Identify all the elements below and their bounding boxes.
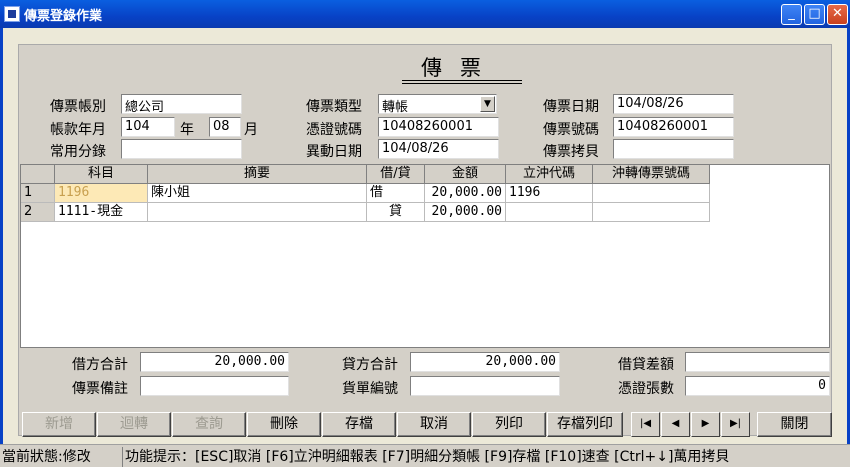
chevron-down-icon[interactable]: ▼ <box>480 96 495 112</box>
cell-amount[interactable]: 20,000.00 <box>425 184 506 203</box>
query-button[interactable]: 查詢 <box>172 412 246 437</box>
add-button[interactable]: 新增 <box>22 412 96 437</box>
credit-total-field: 20,000.00 <box>410 352 560 372</box>
reverse-button[interactable]: 迴轉 <box>97 412 171 437</box>
title-bar: 傳票登錄作業 _ □ ✕ <box>0 0 850 28</box>
save-print-button[interactable]: 存檔列印 <box>547 412 623 437</box>
cert-count-field[interactable]: 0 <box>685 376 830 396</box>
cell-reverse-no[interactable] <box>593 184 710 203</box>
column-header-code[interactable]: 立沖代碼 <box>506 165 593 184</box>
voucher-no-label: 傳票號碼 <box>543 122 599 138</box>
month-field[interactable]: 08 <box>209 117 241 137</box>
app-icon <box>4 6 20 22</box>
maximize-button[interactable]: □ <box>804 4 825 25</box>
first-record-button[interactable]: |◀ <box>631 412 660 437</box>
row-number[interactable]: 2 <box>21 203 55 222</box>
voucher-note-label: 傳票備註 <box>72 381 128 397</box>
common-entry-field[interactable] <box>121 139 242 159</box>
delete-button[interactable]: 刪除 <box>247 412 321 437</box>
voucher-date-label: 傳票日期 <box>543 99 599 115</box>
cell-account[interactable]: 1111-現金 <box>55 203 148 222</box>
close-button[interactable]: 關閉 <box>757 412 832 437</box>
account-book-field[interactable]: 總公司 <box>121 94 242 114</box>
change-date-field[interactable]: 104/08/26 <box>378 139 499 159</box>
cancel-button[interactable]: 取消 <box>397 412 471 437</box>
title-underline <box>402 80 522 81</box>
column-header-amount[interactable]: 金額 <box>425 165 506 184</box>
cert-count-label: 憑證張數 <box>618 381 674 397</box>
year-field[interactable]: 104 <box>121 117 175 137</box>
credit-total-label: 貸方合計 <box>342 357 398 373</box>
prev-record-button[interactable]: ◀ <box>661 412 690 437</box>
doc-no-label: 貨單編號 <box>342 381 398 397</box>
voucher-no-field[interactable]: 10408260001 <box>613 117 734 137</box>
cell-summary[interactable]: 陳小姐 <box>148 184 367 203</box>
cert-no-label: 憑證號碼 <box>306 122 362 138</box>
column-header-reverse-no[interactable]: 沖轉傳票號碼 <box>593 165 710 184</box>
cell-code[interactable]: 1196 <box>506 184 593 203</box>
print-button[interactable]: 列印 <box>472 412 546 437</box>
status-hint: 功能提示：[ESC]取消 [F6]立沖明細報表 [F7]明細分類帳 [F9]存檔… <box>122 447 848 467</box>
common-entry-label: 常用分錄 <box>50 144 106 160</box>
cell-account[interactable]: 1196 <box>55 184 148 203</box>
cell-code[interactable] <box>506 203 593 222</box>
column-header-dc[interactable]: 借/貸 <box>367 165 425 184</box>
minimize-button[interactable]: _ <box>781 4 802 25</box>
debit-total-label: 借方合計 <box>72 357 128 373</box>
cell-amount[interactable]: 20,000.00 <box>425 203 506 222</box>
close-window-button[interactable]: ✕ <box>827 4 848 25</box>
voucher-copy-label: 傳票拷貝 <box>543 144 599 160</box>
cell-reverse-no[interactable] <box>593 203 710 222</box>
cell-dc[interactable]: 貸 <box>367 203 425 222</box>
cert-no-field[interactable]: 10408260001 <box>378 117 499 137</box>
window-title: 傳票登錄作業 <box>24 9 103 24</box>
voucher-detail-grid[interactable]: 科目 摘要 借/貸 金額 立沖代碼 沖轉傳票號碼 1 1196 陳小姐 借 20… <box>20 164 830 348</box>
voucher-copy-field[interactable] <box>613 139 734 159</box>
voucher-date-field[interactable]: 104/08/26 <box>613 94 734 114</box>
change-date-label: 異動日期 <box>306 144 362 160</box>
voucher-note-field[interactable] <box>140 376 289 396</box>
balance-diff-field <box>685 352 830 372</box>
grid-corner <box>21 165 55 184</box>
page-title: 傳票 <box>421 56 499 80</box>
account-book-label: 傳票帳別 <box>50 99 106 115</box>
column-header-summary[interactable]: 摘要 <box>148 165 367 184</box>
voucher-type-value: 轉帳 <box>382 100 409 114</box>
voucher-type-label: 傳票類型 <box>306 99 362 115</box>
row-number[interactable]: 1 <box>21 184 55 203</box>
debit-total-field: 20,000.00 <box>140 352 289 372</box>
period-label: 帳款年月 <box>50 122 106 138</box>
cell-summary[interactable] <box>148 203 367 222</box>
year-unit-label: 年 <box>180 122 194 138</box>
column-header-account[interactable]: 科目 <box>55 165 148 184</box>
title-underline-2 <box>402 83 522 84</box>
balance-diff-label: 借貸差額 <box>618 357 674 373</box>
status-state: 當前狀態:修改 <box>2 449 91 465</box>
next-record-button[interactable]: ▶ <box>691 412 720 437</box>
cell-dc[interactable]: 借 <box>367 184 425 203</box>
voucher-type-select[interactable]: 轉帳 ▼ <box>378 94 497 114</box>
save-button[interactable]: 存檔 <box>322 412 396 437</box>
status-bar: 當前狀態:修改 功能提示：[ESC]取消 [F6]立沖明細報表 [F7]明細分類… <box>0 444 850 467</box>
doc-no-field[interactable] <box>410 376 560 396</box>
month-unit-label: 月 <box>244 122 258 138</box>
last-record-button[interactable]: ▶| <box>721 412 750 437</box>
